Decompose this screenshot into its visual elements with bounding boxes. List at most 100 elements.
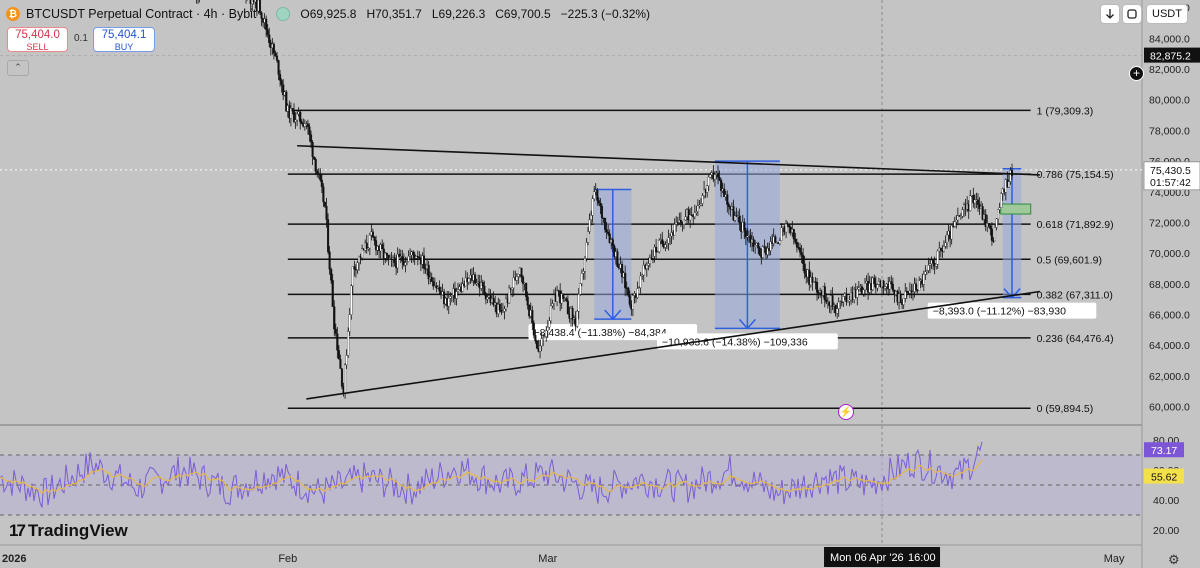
price-axis-tick: 66,000.0 (1149, 310, 1190, 322)
candle-body (989, 225, 992, 230)
candle-body (327, 219, 330, 252)
candle-body (336, 333, 339, 351)
trendline-upper[interactable] (297, 144, 1040, 176)
candle-body (918, 280, 921, 291)
candle-body (955, 219, 958, 223)
candle-body (636, 288, 639, 298)
plus-circle-icon[interactable]: + (1129, 66, 1144, 81)
price-axis-tick: 72,000.0 (1149, 217, 1190, 229)
candle-body (521, 276, 525, 285)
currency-select[interactable]: USDT (1146, 4, 1188, 24)
hover-price-label: 82,875.2 (1150, 51, 1191, 63)
candle-body (548, 320, 551, 328)
tradingview-logo[interactable]: 17 TradingView (9, 521, 128, 541)
candle-body (616, 251, 619, 267)
candle-body (693, 212, 696, 218)
candle-body (842, 296, 845, 302)
candle-body (577, 294, 580, 312)
candle-body (306, 123, 309, 127)
candle-body (802, 254, 805, 264)
candle-body (754, 245, 757, 247)
candle-body (511, 287, 514, 290)
candle-body (300, 121, 303, 125)
candle-body (520, 267, 523, 278)
candle-body (902, 298, 905, 305)
candle-body (535, 340, 539, 349)
symbol-title[interactable]: BTCUSDT Perpetual Contract · 4h · Bybit (26, 7, 256, 21)
arrow-down-icon[interactable] (1100, 4, 1120, 24)
candle-body (682, 219, 686, 225)
candle-body (455, 291, 458, 299)
candle-body (856, 289, 859, 298)
candle-body (532, 322, 535, 336)
candle-body (517, 274, 520, 277)
candle-body (655, 246, 658, 253)
candle-body (580, 273, 583, 284)
candle-body (526, 296, 529, 306)
candle-body (738, 215, 741, 224)
sell-button[interactable]: 75,404.0 SELL (7, 27, 68, 52)
measure-label: −8,393.0 (−11.12%) −83,930 (933, 306, 1066, 318)
candle-body (432, 281, 435, 287)
crosshair-time-label: 16:00 (908, 552, 936, 564)
fib-level-label: 0.618 (71,892.9) (1037, 219, 1114, 231)
candle-body (334, 328, 337, 334)
buy-button[interactable]: 75,404.1 BUY (93, 27, 155, 52)
candle-body (815, 282, 819, 293)
candle-body (884, 286, 887, 289)
fib-level-label: 0.236 (64,476.4) (1037, 333, 1114, 345)
collapse-legend-button[interactable]: ⌃ (7, 60, 29, 76)
candle-body (309, 134, 313, 143)
sell-price: 75,404.0 (15, 29, 60, 41)
candle-body (328, 251, 331, 270)
candle-body (275, 55, 279, 61)
candle-body (368, 234, 371, 249)
candle-body (699, 203, 703, 206)
crosshair-date-label: Mon 06 Apr '26 (830, 552, 904, 564)
candle-body (628, 295, 631, 305)
candle-body (337, 350, 340, 360)
candle-body (695, 211, 698, 214)
candle-body (316, 171, 319, 174)
candle-body (600, 206, 603, 218)
candle-body (788, 223, 791, 228)
candle-body (823, 286, 826, 301)
position-marker[interactable] (1000, 203, 1032, 215)
candle-body (774, 236, 777, 243)
candle-body (549, 305, 552, 322)
candle-body (726, 194, 729, 205)
candle-body (351, 266, 354, 287)
candle-body (345, 355, 348, 366)
candle-body (385, 252, 388, 256)
ohlc-open: O69,925.8 (300, 7, 357, 21)
candle-body (308, 126, 311, 135)
candle-body (857, 287, 860, 290)
trendline-lower[interactable] (306, 290, 1040, 400)
order-quantity[interactable]: 0.1 (74, 33, 88, 44)
candle-body (279, 74, 282, 81)
candle-body (539, 345, 542, 352)
candle-body (347, 331, 350, 356)
candle-body (803, 263, 806, 274)
candle-body (641, 274, 644, 277)
candle-body (651, 256, 655, 259)
candle-body (707, 176, 710, 186)
candle-body (924, 271, 927, 275)
candle-body (427, 264, 430, 280)
candle-body (891, 283, 894, 291)
refresh-icon[interactable] (1122, 4, 1142, 24)
lightning-icon[interactable]: ⚡ (838, 404, 854, 420)
candle-body (299, 111, 302, 122)
candle-body (679, 219, 682, 223)
candle-body (932, 260, 935, 264)
chart-canvas[interactable]: 1 (79,309.3) 0.786 (75,154.5) 0.618 (71,89… (0, 0, 1200, 568)
tradingview-mark: 17 (9, 521, 26, 540)
candle-body (393, 257, 396, 263)
candle-body (447, 298, 450, 307)
sell-label: SELL (26, 42, 49, 52)
candle-body (876, 284, 879, 289)
candle-body (450, 295, 453, 297)
settings-gear-icon[interactable]: ⚙ (1168, 552, 1180, 568)
candle-body (525, 283, 528, 297)
candle-body (576, 311, 579, 327)
